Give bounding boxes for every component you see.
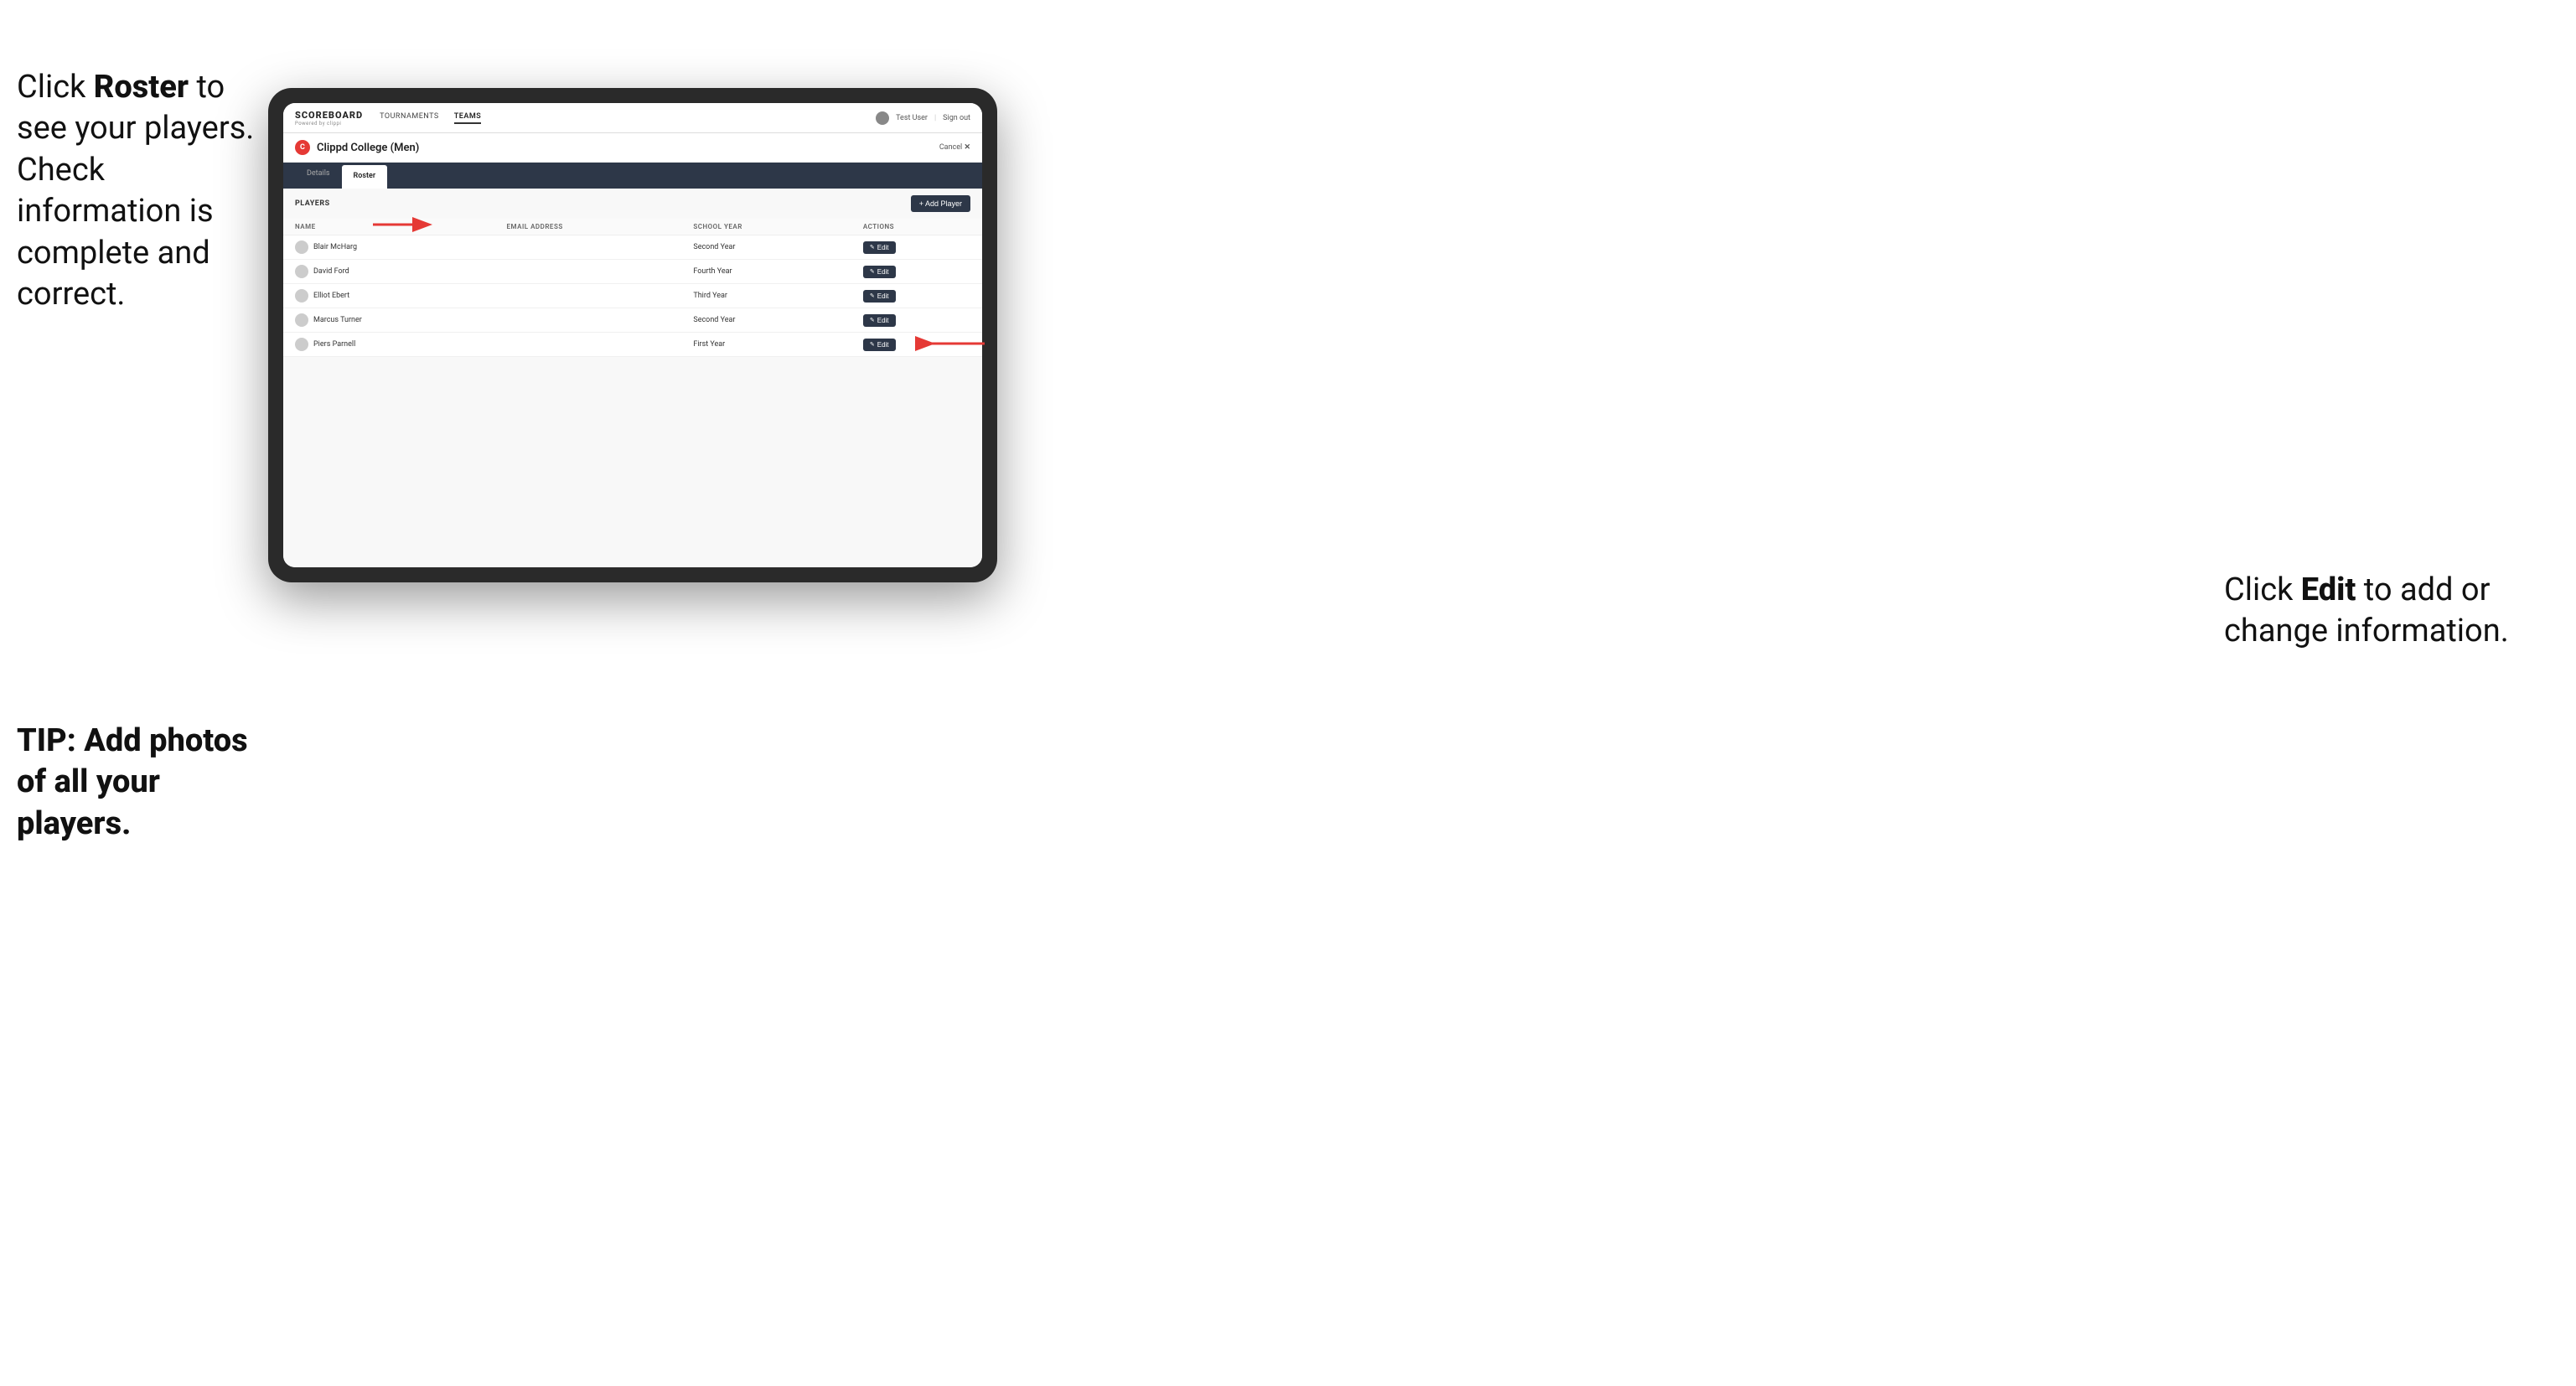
player-avatar	[295, 313, 308, 327]
pencil-icon: ✎	[870, 268, 875, 275]
logo-text: SCOREBOARD	[295, 110, 363, 121]
player-year-cell: Fourth Year	[681, 260, 851, 284]
tab-roster[interactable]: Roster	[342, 165, 388, 189]
table-row: Piers Parnell First Year ✎ Edit	[283, 333, 982, 357]
edit-arrow	[922, 327, 989, 360]
nav-links: TOURNAMENTS TEAMS	[380, 112, 876, 124]
pencil-icon: ✎	[870, 292, 875, 299]
col-actions: ACTIONS	[851, 219, 982, 235]
tablet-screen: SCOREBOARD Powered by clippi TOURNAMENTS…	[283, 103, 982, 567]
player-actions-cell: ✎ Edit	[851, 235, 982, 260]
pencil-icon: ✎	[870, 317, 875, 323]
player-name: David Ford	[313, 267, 349, 276]
edit-label: Edit	[877, 317, 889, 324]
nav-separator: |	[934, 114, 936, 122]
player-avatar	[295, 289, 308, 303]
player-avatar	[295, 240, 308, 254]
edit-button[interactable]: ✎ Edit	[863, 314, 896, 327]
table-body: Blair McHarg Second Year ✎ Edit David Fo…	[283, 235, 982, 357]
player-avatar	[295, 338, 308, 351]
tab-details[interactable]: Details	[295, 163, 342, 189]
roster-bold: Roster	[94, 69, 189, 106]
nav-tournaments[interactable]: TOURNAMENTS	[380, 112, 439, 124]
logo-subtext: Powered by clippi	[295, 121, 363, 127]
player-email-cell	[495, 260, 682, 284]
col-email: EMAIL ADDRESS	[495, 219, 682, 235]
pencil-icon: ✎	[870, 341, 875, 348]
player-year-cell: First Year	[681, 333, 851, 357]
player-email-cell	[495, 284, 682, 308]
player-name: Marcus Turner	[313, 316, 362, 324]
tabs-bar: Details Roster	[283, 163, 982, 189]
app-navbar: SCOREBOARD Powered by clippi TOURNAMENTS…	[283, 103, 982, 133]
edit-label: Edit	[877, 292, 889, 300]
roster-arrow	[369, 208, 436, 241]
cancel-button[interactable]: Cancel ✕	[939, 143, 970, 152]
nav-user-text: Test User	[896, 114, 928, 122]
col-school-year: SCHOOL YEAR	[681, 219, 851, 235]
edit-bold: Edit	[2301, 571, 2356, 608]
edit-button[interactable]: ✎ Edit	[863, 266, 896, 278]
edit-label: Edit	[877, 268, 889, 276]
player-name-cell: Elliot Ebert	[283, 284, 495, 308]
table-row: David Ford Fourth Year ✎ Edit	[283, 260, 982, 284]
edit-button[interactable]: ✎ Edit	[863, 339, 896, 351]
edit-button[interactable]: ✎ Edit	[863, 290, 896, 303]
instruction-text-2: Click Edit to add or change information.	[2224, 571, 2509, 649]
nav-right: Test User | Sign out	[876, 111, 970, 125]
team-name: Clippd College (Men)	[317, 142, 419, 154]
player-name-cell: Piers Parnell	[283, 333, 495, 357]
tablet-device: SCOREBOARD Powered by clippi TOURNAMENTS…	[268, 88, 997, 582]
player-name: Blair McHarg	[313, 243, 357, 251]
team-header: C Clippd College (Men) Cancel ✕	[283, 133, 982, 163]
sign-out-link[interactable]: Sign out	[943, 114, 970, 122]
player-year-cell: Second Year	[681, 235, 851, 260]
edit-label: Edit	[877, 341, 889, 349]
player-name: Piers Parnell	[313, 340, 355, 349]
player-email-cell	[495, 308, 682, 333]
player-name-cell: Marcus Turner	[283, 308, 495, 333]
team-title-row: C Clippd College (Men)	[295, 140, 419, 155]
team-logo: C	[295, 140, 310, 155]
player-name-cell: David Ford	[283, 260, 495, 284]
player-email-cell	[495, 333, 682, 357]
instruction-text-1: Click Roster to see your players. Check …	[17, 69, 254, 313]
right-instructions: Click Edit to add or change information.	[2224, 570, 2509, 653]
player-actions-cell: ✎ Edit	[851, 284, 982, 308]
table-row: Elliot Ebert Third Year ✎ Edit	[283, 284, 982, 308]
player-name: Elliot Ebert	[313, 292, 349, 300]
tip-text: TIP: Add photos of all your players.	[17, 721, 260, 845]
pencil-icon: ✎	[870, 244, 875, 251]
player-email-cell	[495, 235, 682, 260]
player-avatar	[295, 265, 308, 278]
add-player-button[interactable]: + Add Player	[911, 195, 970, 212]
player-actions-cell: ✎ Edit	[851, 260, 982, 284]
player-year-cell: Third Year	[681, 284, 851, 308]
players-label: PLAYERS	[295, 199, 330, 208]
user-icon	[876, 111, 889, 125]
nav-teams[interactable]: TEAMS	[454, 112, 481, 124]
content-area: PLAYERS + Add Player NAME EMAIL ADDRESS …	[283, 189, 982, 567]
app-logo: SCOREBOARD Powered by clippi	[295, 110, 363, 127]
edit-label: Edit	[877, 244, 889, 251]
edit-button[interactable]: ✎ Edit	[863, 241, 896, 254]
left-instructions: Click Roster to see your players. Check …	[17, 67, 260, 315]
table-row: Marcus Turner Second Year ✎ Edit	[283, 308, 982, 333]
player-year-cell: Second Year	[681, 308, 851, 333]
